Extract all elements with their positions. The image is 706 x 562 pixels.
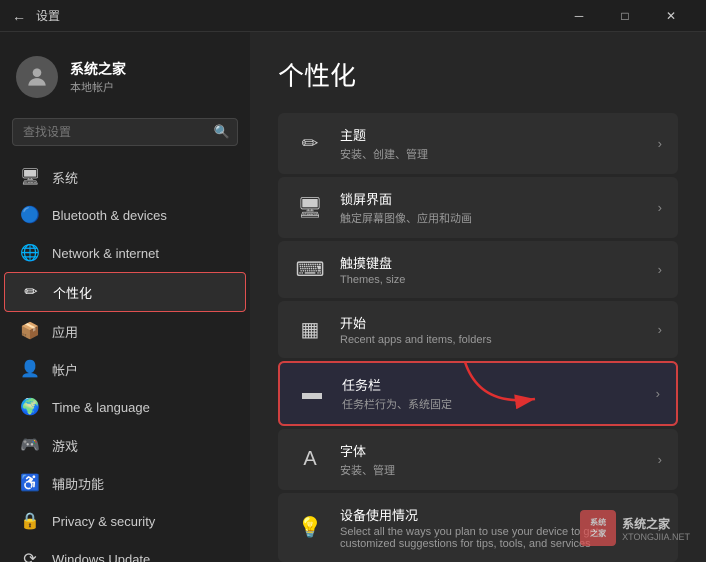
search-box[interactable]: 🔍 xyxy=(12,118,238,146)
nav-label-accounts: 帐户 xyxy=(52,360,78,379)
nav-icon-accessibility: ♿ xyxy=(20,473,40,493)
settings-item-fonts[interactable]: A 字体 安装、管理 › xyxy=(278,429,678,490)
nav-list: 🖥 系统 🔵 Bluetooth & devices 🌐 Network & i… xyxy=(0,158,250,562)
sidebar-item-apps[interactable]: 📦 应用 xyxy=(4,312,246,350)
chevron-icon-themes: › xyxy=(658,136,662,151)
nav-icon-privacy: 🔒 xyxy=(20,511,40,531)
nav-label-personalization: 个性化 xyxy=(53,283,92,302)
settings-icon-taskbar: ▬ xyxy=(296,378,328,410)
settings-title-fonts: 字体 xyxy=(340,441,644,460)
settings-desc-fonts: 安装、管理 xyxy=(340,462,644,478)
search-icon: 🔍 xyxy=(214,124,230,140)
user-type: 本地帐户 xyxy=(70,79,126,95)
watermark-logo: 系统之家 xyxy=(580,510,616,546)
nav-label-network: Network & internet xyxy=(52,246,159,261)
chevron-icon-touchkeyboard: › xyxy=(658,262,662,277)
sidebar-item-system[interactable]: 🖥 系统 xyxy=(4,158,246,196)
chevron-icon-taskbar: › xyxy=(656,386,660,401)
maximize-button[interactable]: □ xyxy=(602,0,648,32)
settings-icon-themes: ✏ xyxy=(294,128,326,160)
nav-label-bluetooth: Bluetooth & devices xyxy=(52,208,167,223)
settings-desc-themes: 安装、创建、管理 xyxy=(340,146,644,162)
settings-desc-start: Recent apps and items, folders xyxy=(340,334,644,346)
nav-icon-apps: 📦 xyxy=(20,321,40,341)
settings-item-themes[interactable]: ✏ 主题 安装、创建、管理 › xyxy=(278,113,678,174)
settings-list: ✏ 主题 安装、创建、管理 › 🖥 锁屏界面 触定屏幕图像、应用和动画 › ⌨ … xyxy=(278,113,678,562)
nav-label-accessibility: 辅助功能 xyxy=(52,474,104,493)
settings-title-touchkeyboard: 触摸键盘 xyxy=(340,253,644,272)
sidebar-item-privacy[interactable]: 🔒 Privacy & security xyxy=(4,502,246,540)
nav-icon-time: 🌍 xyxy=(20,397,40,417)
search-input[interactable] xyxy=(12,118,238,146)
settings-icon-start: ▦ xyxy=(294,314,326,346)
settings-text-lockscreen: 锁屏界面 触定屏幕图像、应用和动画 xyxy=(340,189,644,226)
watermark-text: 系统之家 XTONGJIIA.NET xyxy=(622,515,690,542)
nav-label-windows-update: Windows Update xyxy=(52,552,150,562)
user-profile[interactable]: 系统之家 本地帐户 xyxy=(0,40,250,114)
nav-label-gaming: 游戏 xyxy=(52,436,78,455)
sidebar-item-gaming[interactable]: 🎮 游戏 xyxy=(4,426,246,464)
main-layout: 系统之家 本地帐户 🔍 🖥 系统 🔵 Bluetooth & devices 🌐… xyxy=(0,32,706,562)
chevron-icon-fonts: › xyxy=(658,452,662,467)
content-area: 个性化 ✏ 主题 安装、创建、管理 › 🖥 锁屏界面 触定屏幕图像、应用和动画 … xyxy=(250,32,706,562)
nav-label-time: Time & language xyxy=(52,400,150,415)
settings-desc-touchkeyboard: Themes, size xyxy=(340,274,644,286)
titlebar-controls: ─ □ ✕ xyxy=(556,0,694,32)
back-icon[interactable]: ← xyxy=(12,8,26,24)
nav-icon-personalization: ✏ xyxy=(21,282,41,302)
nav-icon-network: 🌐 xyxy=(20,243,40,263)
nav-label-system: 系统 xyxy=(52,168,78,187)
nav-icon-bluetooth: 🔵 xyxy=(20,205,40,225)
settings-title-lockscreen: 锁屏界面 xyxy=(340,189,644,208)
settings-icon-fonts: A xyxy=(294,444,326,476)
nav-label-apps: 应用 xyxy=(52,322,78,341)
page-title: 个性化 xyxy=(278,56,678,93)
settings-item-lockscreen[interactable]: 🖥 锁屏界面 触定屏幕图像、应用和动画 › xyxy=(278,177,678,238)
user-name: 系统之家 xyxy=(70,59,126,79)
nav-icon-system: 🖥 xyxy=(20,167,40,187)
arrow-annotation xyxy=(460,357,550,422)
chevron-icon-lockscreen: › xyxy=(658,200,662,215)
avatar xyxy=(16,56,58,98)
sidebar-item-bluetooth[interactable]: 🔵 Bluetooth & devices xyxy=(4,196,246,234)
user-info: 系统之家 本地帐户 xyxy=(70,59,126,95)
settings-item-touchkeyboard[interactable]: ⌨ 触摸键盘 Themes, size › xyxy=(278,241,678,298)
nav-icon-accounts: 👤 xyxy=(20,359,40,379)
settings-icon-lockscreen: 🖥 xyxy=(294,192,326,224)
minimize-button[interactable]: ─ xyxy=(556,0,602,32)
settings-icon-device-usage: 💡 xyxy=(294,512,326,544)
settings-text-touchkeyboard: 触摸键盘 Themes, size xyxy=(340,253,644,286)
sidebar-item-time[interactable]: 🌍 Time & language xyxy=(4,388,246,426)
sidebar-item-accounts[interactable]: 👤 帐户 xyxy=(4,350,246,388)
nav-icon-windows-update: ⟳ xyxy=(20,549,40,562)
titlebar-left: ← 设置 xyxy=(12,7,60,24)
nav-icon-gaming: 🎮 xyxy=(20,435,40,455)
settings-text-start: 开始 Recent apps and items, folders xyxy=(340,313,644,346)
chevron-icon-start: › xyxy=(658,322,662,337)
settings-desc-lockscreen: 触定屏幕图像、应用和动画 xyxy=(340,210,644,226)
settings-title-themes: 主题 xyxy=(340,125,644,144)
sidebar-item-windows-update[interactable]: ⟳ Windows Update xyxy=(4,540,246,562)
titlebar: ← 设置 ─ □ ✕ xyxy=(0,0,706,32)
sidebar: 系统之家 本地帐户 🔍 🖥 系统 🔵 Bluetooth & devices 🌐… xyxy=(0,32,250,562)
sidebar-item-personalization[interactable]: ✏ 个性化 xyxy=(4,272,246,312)
close-button[interactable]: ✕ xyxy=(648,0,694,32)
nav-label-privacy: Privacy & security xyxy=(52,514,155,529)
settings-icon-touchkeyboard: ⌨ xyxy=(294,254,326,286)
watermark: 系统之家 系统之家 XTONGJIIA.NET xyxy=(580,510,690,546)
settings-text-themes: 主题 安装、创建、管理 xyxy=(340,125,644,162)
settings-item-start[interactable]: ▦ 开始 Recent apps and items, folders › xyxy=(278,301,678,358)
sidebar-item-accessibility[interactable]: ♿ 辅助功能 xyxy=(4,464,246,502)
sidebar-item-network[interactable]: 🌐 Network & internet xyxy=(4,234,246,272)
settings-title-start: 开始 xyxy=(340,313,644,332)
settings-text-fonts: 字体 安装、管理 xyxy=(340,441,644,478)
titlebar-title: 设置 xyxy=(36,7,60,24)
